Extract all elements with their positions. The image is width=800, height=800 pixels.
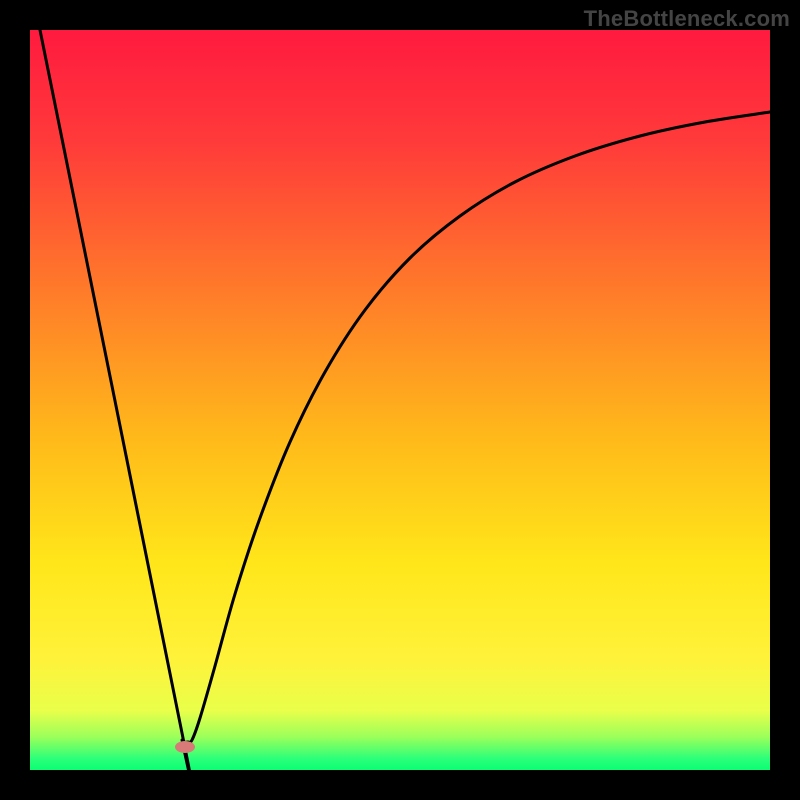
gradient-chart [30, 30, 770, 770]
watermark-text: TheBottleneck.com [584, 6, 790, 32]
plot-area [30, 30, 770, 770]
gradient-background [30, 30, 770, 770]
min-marker [175, 741, 195, 753]
